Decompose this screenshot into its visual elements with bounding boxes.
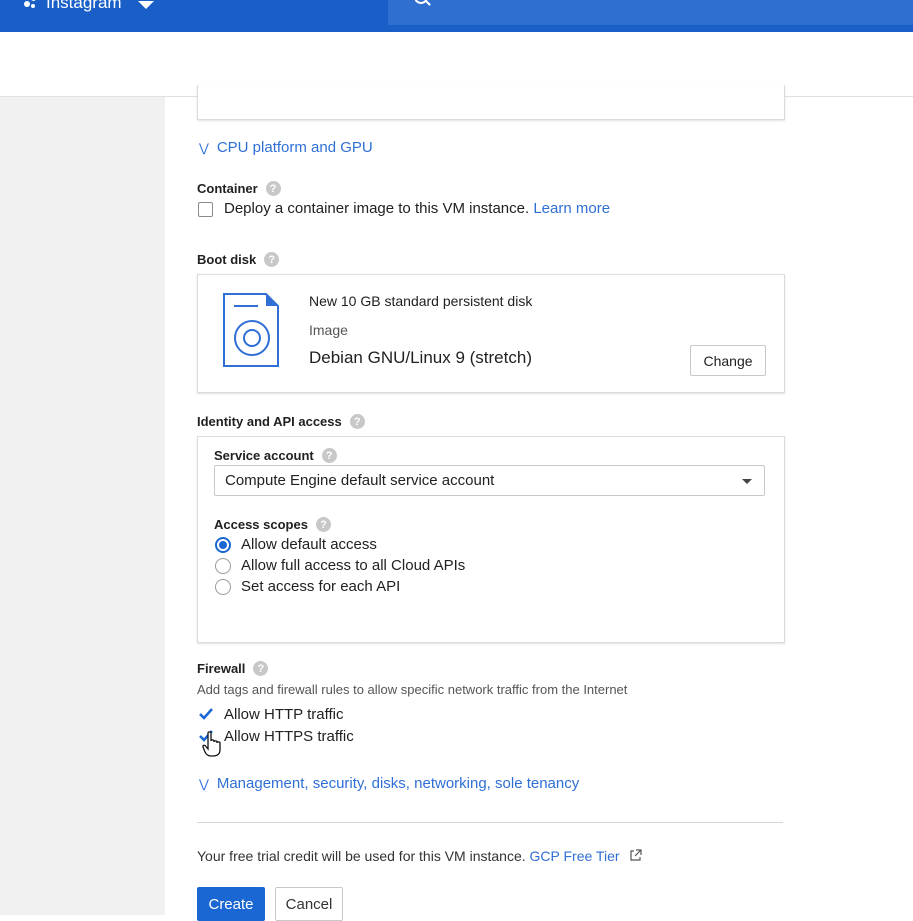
boot-disk-card: New 10 GB standard persistent disk Image… [197, 274, 785, 393]
firewall-heading: Firewall ? [197, 661, 269, 676]
disk-icon [223, 293, 279, 367]
cpu-platform-expander[interactable]: ⋁ CPU platform and GPU [199, 139, 373, 156]
https-label: Allow HTTPS traffic [224, 728, 354, 745]
service-account-value: Compute Engine default service account [225, 472, 495, 489]
left-margin [0, 97, 165, 915]
firewall-label: Firewall [197, 661, 246, 676]
http-checkbox[interactable] [198, 706, 214, 722]
image-label: Image [309, 322, 348, 338]
scope-label-default: Allow default access [241, 536, 377, 553]
free-tier-link[interactable]: GCP Free Tier [530, 848, 620, 864]
double-chevron-down-icon: ⋁ [199, 140, 209, 155]
chevron-down-icon [137, 1, 154, 9]
help-icon[interactable]: ? [321, 448, 337, 463]
firewall-description: Add tags and firewall rules to allow spe… [197, 682, 628, 697]
help-icon[interactable]: ? [349, 414, 365, 429]
container-label: Container [197, 181, 258, 196]
scope-radio-each[interactable] [215, 579, 231, 595]
dropdown-arrow-icon [742, 479, 752, 484]
help-icon[interactable]: ? [253, 661, 269, 676]
machine-type-card [197, 85, 785, 120]
boot-disk-heading: Boot disk ? [197, 252, 280, 267]
scope-radio-full[interactable] [215, 558, 231, 574]
create-button[interactable]: Create [197, 887, 265, 921]
help-icon[interactable]: ? [264, 252, 280, 267]
project-name: Instagram [46, 0, 122, 12]
help-icon[interactable]: ? [265, 181, 281, 196]
cpu-platform-label: CPU platform and GPU [216, 139, 373, 156]
access-scopes-label: Access scopes [214, 517, 308, 532]
management-label: Management, security, disks, networking,… [216, 775, 580, 792]
top-app-bar: Instagram [0, 0, 913, 32]
http-label: Allow HTTP traffic [224, 706, 344, 723]
search-bar[interactable] [388, 0, 913, 25]
trial-notice: Your free trial credit will be used for … [197, 848, 643, 864]
hand-cursor-icon [202, 731, 221, 757]
help-icon[interactable]: ? [315, 517, 331, 532]
cancel-button[interactable]: Cancel [275, 887, 343, 921]
identity-card: Service account ? Compute Engine default… [197, 436, 785, 643]
scope-label-each: Set access for each API [241, 578, 401, 595]
learn-more-link[interactable]: Learn more [533, 200, 610, 217]
container-checkbox[interactable] [198, 202, 213, 217]
container-heading: Container ? [197, 181, 281, 196]
image-value: Debian GNU/Linux 9 (stretch) [309, 348, 532, 367]
project-dots-icon [24, 0, 38, 10]
double-chevron-down-icon: ⋁ [199, 776, 209, 791]
scope-radio-default[interactable] [215, 537, 231, 553]
container-checkbox-label: Deploy a container image to this VM inst… [224, 200, 530, 217]
boot-disk-label: Boot disk [197, 252, 257, 267]
access-scopes-heading: Access scopes ? [214, 517, 331, 532]
management-expander[interactable]: ⋁ Management, security, disks, networkin… [199, 775, 579, 792]
service-account-select[interactable]: Compute Engine default service account [214, 465, 765, 496]
external-link-icon[interactable] [629, 849, 643, 862]
search-icon [414, 0, 428, 4]
project-selector[interactable]: Instagram [24, 0, 154, 13]
identity-label: Identity and API access [197, 414, 342, 429]
scope-label-full: Allow full access to all Cloud APIs [241, 557, 466, 574]
trial-text: Your free trial credit will be used for … [197, 848, 526, 864]
disk-title: New 10 GB standard persistent disk [309, 293, 533, 309]
check-icon [199, 708, 213, 720]
change-button[interactable]: Change [690, 345, 766, 376]
container-checkbox-row: Deploy a container image to this VM inst… [224, 200, 610, 217]
divider [197, 822, 783, 823]
identity-heading: Identity and API access ? [197, 414, 365, 429]
service-account-label: Service account [214, 448, 314, 463]
service-account-heading: Service account ? [214, 448, 337, 463]
